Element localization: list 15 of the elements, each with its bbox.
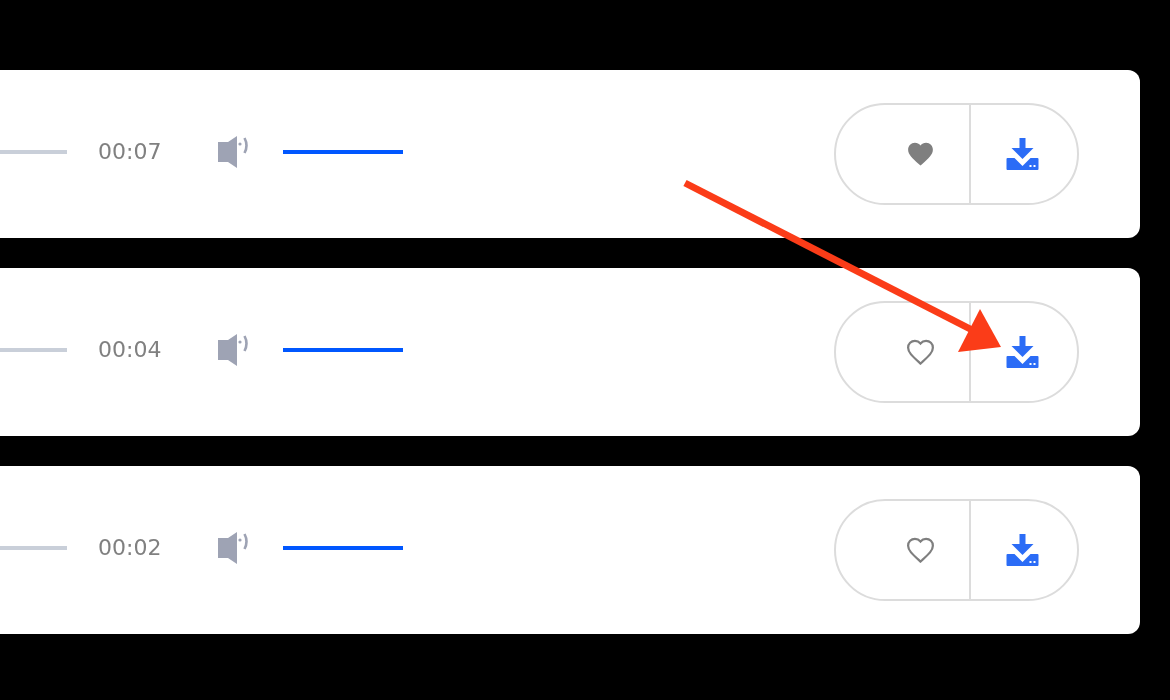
volume-slider[interactable] [283, 348, 403, 352]
speaker-icon[interactable] [218, 532, 249, 564]
elapsed-time: 00:02 [98, 534, 163, 562]
volume-slider[interactable] [283, 546, 403, 550]
volume-slider[interactable] [283, 150, 403, 154]
download-icon [1005, 534, 1039, 566]
elapsed-time: 00:04 [98, 336, 163, 364]
seek-track[interactable] [0, 150, 67, 154]
download-icon [1005, 138, 1039, 170]
download-icon [1005, 336, 1039, 368]
speaker-icon[interactable] [218, 334, 249, 366]
elapsed-time: 00:07 [98, 138, 163, 166]
seek-track[interactable] [0, 546, 67, 550]
seek-track[interactable] [0, 348, 67, 352]
speaker-icon[interactable] [218, 136, 249, 168]
